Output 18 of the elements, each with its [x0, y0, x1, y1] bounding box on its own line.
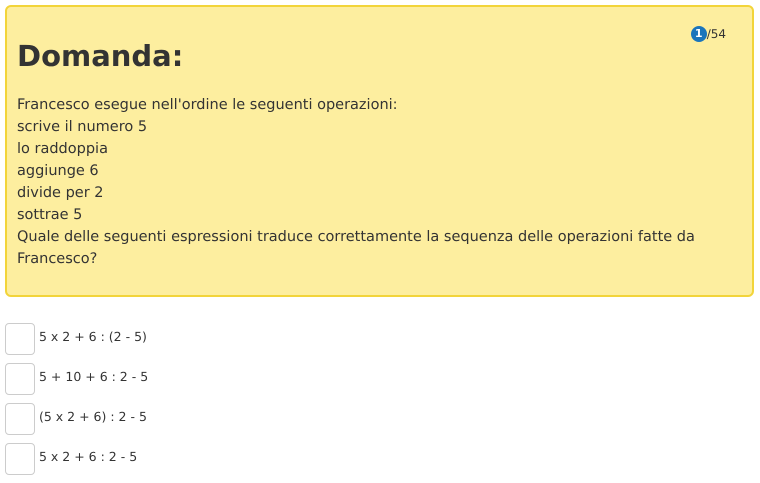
question-text-line: scrive il numero 5 — [17, 118, 148, 137]
answer-label[interactable]: 5 + 10 + 6 : 2 - 5 — [39, 368, 148, 387]
question-text-line: aggiunge 6 — [17, 162, 100, 181]
question-text-line: sottrae 5 — [17, 206, 84, 225]
question-text-line: Quale delle seguenti espressioni traduce correttamente la sequenza delle operazioni fatte da Francesco? — [17, 228, 696, 269]
question-text-line: lo raddoppia — [17, 140, 109, 159]
answer-checkbox[interactable] — [5, 443, 35, 475]
answer-label[interactable]: 5 x 2 + 6 : 2 - 5 — [39, 448, 138, 467]
answer-label[interactable]: 5 x 2 + 6 : (2 - 5) — [39, 328, 147, 347]
answer-checkbox[interactable] — [5, 323, 35, 355]
question-title: Domanda: — [17, 39, 184, 74]
question-number-badge: 1 — [690, 26, 707, 42]
answer-checkbox[interactable] — [5, 403, 35, 435]
question-text-line: Francesco esegue nell'ordine le seguenti operazioni: — [17, 96, 399, 115]
answer-label[interactable]: (5 x 2 + 6) : 2 - 5 — [39, 408, 147, 427]
answer-checkbox[interactable] — [5, 363, 35, 395]
question-text-line: divide per 2 — [17, 184, 104, 203]
question-total: /54 — [706, 26, 726, 43]
